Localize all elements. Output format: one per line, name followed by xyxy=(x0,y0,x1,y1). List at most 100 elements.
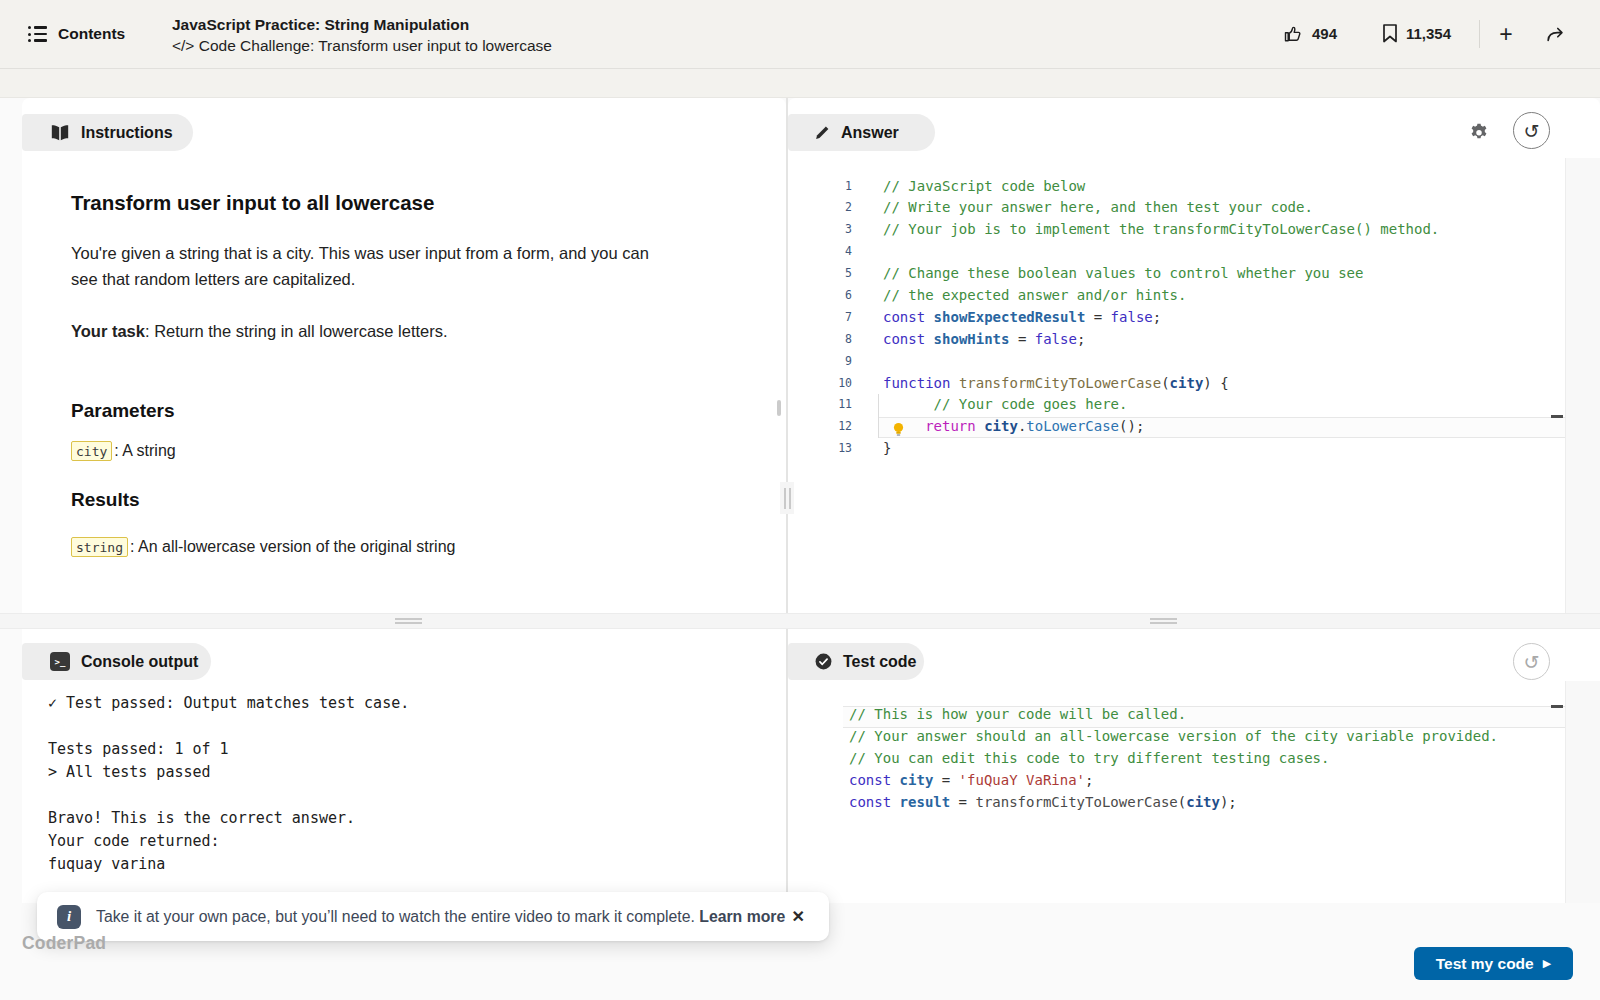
challenge-description: You're given a string that is a city. Th… xyxy=(71,240,657,292)
learn-more-link[interactable]: Learn more xyxy=(699,908,785,925)
column-handle-bar-1 xyxy=(784,488,786,509)
line-number: 7 xyxy=(818,307,852,329)
toast-message: Take it at your own pace, but you’ll nee… xyxy=(96,908,785,926)
code-line: // the expected answer and/or hints. xyxy=(883,285,1439,307)
code-line: // This is how your code will be called. xyxy=(849,704,1498,726)
contents-button[interactable]: Contents xyxy=(28,22,125,46)
code-line: // You can edit this code to try differe… xyxy=(849,748,1498,770)
code-line: // Your answer should an all-lowercase v… xyxy=(849,726,1498,748)
row-divider[interactable] xyxy=(0,613,1600,629)
line-number: 8 xyxy=(818,329,852,351)
code-line xyxy=(883,351,1439,373)
video-notice-toast: i Take it at your own pace, but you’ll n… xyxy=(37,892,829,941)
answer-line-numbers: 12345678910111213 xyxy=(818,176,852,461)
hint-lightbulb-icon[interactable] xyxy=(892,422,905,437)
test-reset-button[interactable]: ↺ xyxy=(1513,643,1550,680)
bookmark-count: 11,354 xyxy=(1406,25,1451,42)
lesson-subtitle: </> Code Challenge: Transform user input… xyxy=(172,35,552,57)
test-code-editor[interactable]: // This is how your code will be called.… xyxy=(849,704,1498,813)
right-row-resize-handle[interactable] xyxy=(1150,618,1177,620)
console-output-text: ✓ Test passed: Output matches test case.… xyxy=(48,692,409,876)
code-line xyxy=(883,241,1439,263)
line-number: 6 xyxy=(818,285,852,307)
like-button[interactable] xyxy=(1283,24,1303,44)
pencil-icon xyxy=(814,124,831,141)
thumbs-up-icon xyxy=(1283,24,1303,44)
code-line: // Change these boolean values to contro… xyxy=(883,263,1439,285)
result-type-badge: string xyxy=(71,537,128,557)
book-icon xyxy=(50,124,70,142)
instructions-tab[interactable]: Instructions xyxy=(22,114,193,151)
answer-reset-button[interactable]: ↺ xyxy=(1513,112,1550,149)
console-line: Tests passed: 1 of 1 xyxy=(48,738,409,761)
code-line: function transformCityToLowerCase(city) … xyxy=(883,373,1439,395)
console-line: > All tests passed xyxy=(48,761,409,784)
task-line: Your task: Return the string in all lowe… xyxy=(71,318,448,344)
right-row-resize-handle-2 xyxy=(1150,622,1177,624)
answer-tab-label: Answer xyxy=(841,124,899,142)
play-icon: ▶ xyxy=(1543,957,1551,970)
answer-scroll-divider xyxy=(1565,158,1566,613)
lesson-title-block: JavaScript Practice: String Manipulation… xyxy=(172,14,552,57)
indent-guide xyxy=(878,394,879,438)
contents-label: Contents xyxy=(58,25,125,43)
result-row: string: An all-lowercase version of the … xyxy=(71,537,455,557)
test-code-tab-label: Test code xyxy=(843,653,917,671)
console-line xyxy=(48,715,409,738)
share-button[interactable] xyxy=(1544,23,1567,45)
bookmark-button[interactable] xyxy=(1381,23,1399,44)
console-line: Bravo! This is the correct answer. xyxy=(48,807,409,830)
result-description: : An all-lowercase version of the origin… xyxy=(130,538,456,556)
console-line: fuquay varina xyxy=(48,853,409,876)
instructions-scrollbar-thumb[interactable] xyxy=(777,400,781,416)
code-line: const result = transformCityToLowerCase(… xyxy=(849,792,1498,814)
test-code-tab[interactable]: Test code xyxy=(788,643,924,680)
console-tab[interactable]: >_ Console output xyxy=(22,643,211,680)
line-number: 2 xyxy=(818,197,852,219)
answer-panel: Answer ↺ 12345678910111213 // JavaScript… xyxy=(788,98,1600,613)
parameter-row: city: A string xyxy=(71,441,176,461)
console-line: Your code returned: xyxy=(48,830,409,853)
console-line: ✓ Test passed: Output matches test case. xyxy=(48,692,409,715)
toast-close-button[interactable]: ✕ xyxy=(792,907,805,926)
line-number: 11 xyxy=(818,394,852,416)
test-my-code-button[interactable]: Test my code ▶ xyxy=(1414,947,1573,980)
param-description: : A string xyxy=(114,442,175,460)
like-count: 494 xyxy=(1312,25,1337,42)
instructions-tab-label: Instructions xyxy=(81,124,173,142)
terminal-icon: >_ xyxy=(50,652,70,671)
reset-icon: ↺ xyxy=(1524,120,1540,142)
contents-list-icon xyxy=(28,26,48,42)
answer-code-editor[interactable]: // JavaScript code below// Write your an… xyxy=(883,176,1439,461)
add-button[interactable]: + xyxy=(1490,18,1522,50)
coderpad-logo: CoderPad xyxy=(22,933,106,954)
answer-scrollbar-track[interactable] xyxy=(1566,158,1600,613)
challenge-heading: Transform user input to all lowercase xyxy=(71,191,434,215)
code-line: const showHints = false; xyxy=(883,329,1439,351)
results-heading: Results xyxy=(71,489,140,511)
code-line: return city.toLowerCase(); xyxy=(883,416,1439,438)
task-label: Your task xyxy=(71,322,145,340)
settings-button[interactable] xyxy=(1468,120,1490,142)
code-line: // Your code goes here. xyxy=(883,394,1439,416)
line-number: 3 xyxy=(818,219,852,241)
left-row-resize-handle[interactable] xyxy=(395,618,422,620)
info-icon: i xyxy=(57,905,81,929)
header-divider xyxy=(1479,20,1480,48)
param-name-badge: city xyxy=(71,441,112,461)
code-line: // Write your answer here, and then test… xyxy=(883,197,1439,219)
left-row-resize-handle-2 xyxy=(395,622,422,624)
test-scrollbar-track[interactable] xyxy=(1566,681,1600,903)
answer-tab[interactable]: Answer xyxy=(788,114,935,151)
gear-icon xyxy=(1468,120,1490,142)
code-line: // JavaScript code below xyxy=(883,176,1439,198)
check-circle-icon xyxy=(814,652,833,671)
column-resize-handle[interactable] xyxy=(780,482,794,514)
line-number: 13 xyxy=(818,438,852,460)
test-reset-icon: ↺ xyxy=(1524,651,1540,673)
share-arrow-icon xyxy=(1544,23,1567,45)
column-handle-bar-2 xyxy=(789,488,791,509)
answer-cursor-mark xyxy=(1551,415,1563,418)
code-line: const showExpectedResult = false; xyxy=(883,307,1439,329)
lesson-title: JavaScript Practice: String Manipulation xyxy=(172,14,552,35)
